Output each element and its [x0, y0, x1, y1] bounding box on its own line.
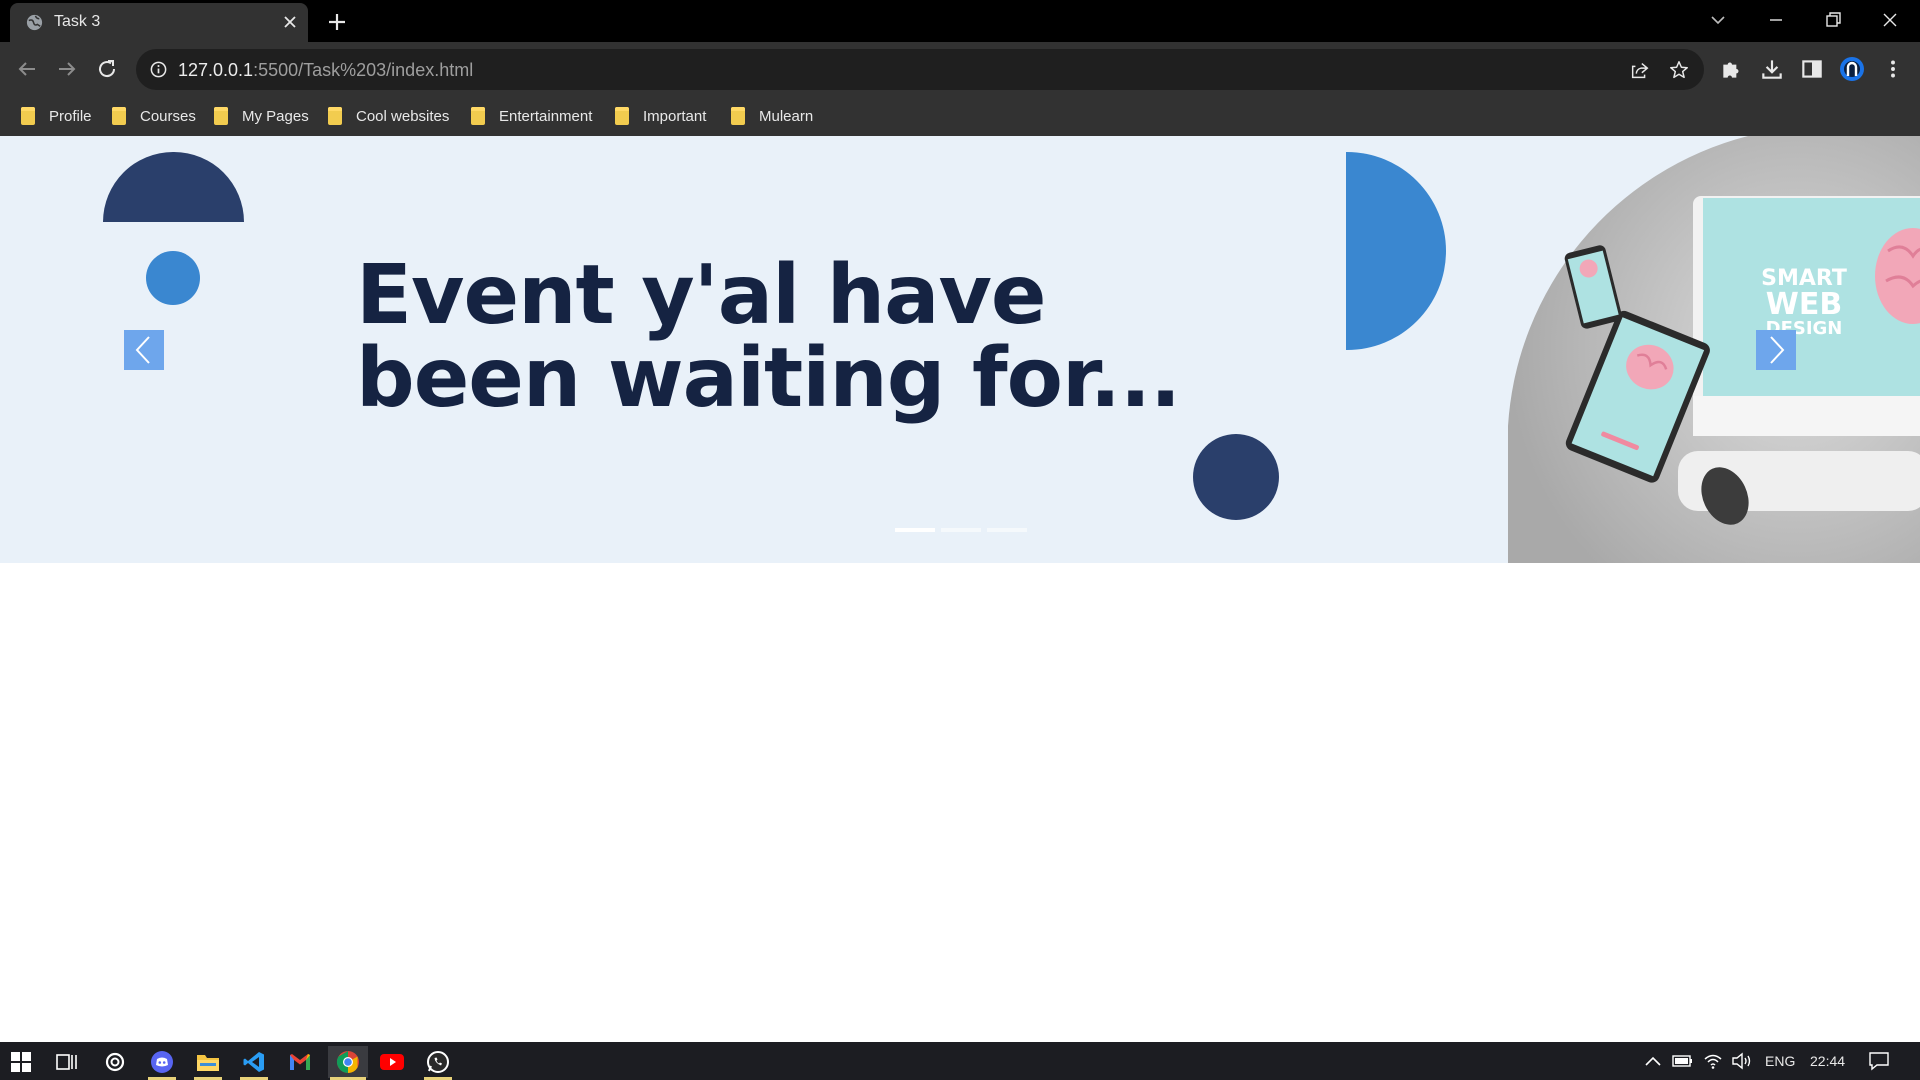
- wifi-icon[interactable]: [1703, 1052, 1723, 1070]
- decorative-half-circle-right: [1346, 152, 1446, 350]
- folder-icon: [615, 107, 629, 125]
- bookmark-label: Cool websites: [356, 107, 450, 125]
- start-button[interactable]: [5, 1046, 37, 1078]
- folder-icon: [731, 107, 745, 125]
- carousel-indicator-3[interactable]: [987, 528, 1027, 532]
- windows-logo-icon: [11, 1052, 31, 1072]
- url-text[interactable]: 127.0.0.1:5500/Task%203/index.html: [178, 60, 473, 81]
- bookmark-important[interactable]: Important: [615, 104, 706, 128]
- bookmark-profile[interactable]: Profile: [21, 104, 92, 128]
- bookmark-label: Courses: [140, 107, 196, 125]
- bookmark-mulearn[interactable]: Mulearn: [731, 104, 813, 128]
- tab-search-chevron-icon[interactable]: [1706, 8, 1730, 32]
- cortana-button[interactable]: [99, 1046, 131, 1078]
- tab-strip: Task 3: [0, 0, 1920, 42]
- reload-icon[interactable]: [95, 57, 119, 81]
- folder-icon: [21, 107, 35, 125]
- carousel-indicator-2[interactable]: [941, 528, 981, 532]
- bookmark-label: Entertainment: [499, 107, 593, 125]
- browser-tab[interactable]: Task 3: [10, 3, 308, 42]
- close-window-icon[interactable]: [1878, 8, 1902, 32]
- taskbar-file-explorer[interactable]: [192, 1046, 224, 1080]
- hero-device-image: SMART WEB DESIGN: [1508, 136, 1920, 563]
- bookmark-label: Profile: [49, 107, 92, 125]
- site-info-icon[interactable]: [149, 60, 168, 79]
- bookmark-my-pages[interactable]: My Pages: [214, 104, 309, 128]
- extensions-puzzle-icon[interactable]: [1719, 56, 1745, 82]
- minimize-icon[interactable]: [1764, 8, 1788, 32]
- folder-icon: [471, 107, 485, 125]
- cortana-ring-icon: [105, 1052, 125, 1072]
- windows-taskbar: ENG 22:44: [0, 1042, 1920, 1080]
- page-viewport: Event y'al have been waiting for... SMAR…: [0, 136, 1920, 1042]
- notification-center-icon[interactable]: [1868, 1051, 1890, 1071]
- folder-icon: [328, 107, 342, 125]
- hero-image-text-web: WEB: [1765, 287, 1843, 322]
- chrome-icon: [337, 1051, 359, 1073]
- hero-headline: Event y'al have been waiting for...: [356, 254, 1256, 420]
- url-host: 127.0.0.1: [178, 60, 254, 80]
- headline-line-1: Event y'al have: [356, 248, 1047, 343]
- bookmark-star-icon[interactable]: [1668, 59, 1690, 81]
- bookmark-entertainment[interactable]: Entertainment: [471, 104, 592, 128]
- carousel-indicator-1[interactable]: [895, 528, 935, 532]
- vscode-icon: [243, 1052, 264, 1072]
- share-icon[interactable]: [1629, 59, 1651, 81]
- folder-icon: [214, 107, 228, 125]
- taskbar-whatsapp[interactable]: [422, 1046, 454, 1080]
- whatsapp-icon: [427, 1051, 449, 1073]
- restore-icon[interactable]: [1821, 8, 1845, 32]
- volume-icon[interactable]: [1731, 1052, 1753, 1070]
- folder-icon: [112, 107, 126, 125]
- decorative-dark-circle: [1193, 434, 1279, 520]
- bookmark-cool-websites[interactable]: Cool websites: [328, 104, 449, 128]
- chevron-right-icon: [1770, 336, 1785, 364]
- address-bar[interactable]: 127.0.0.1:5500/Task%203/index.html: [136, 49, 1704, 90]
- kebab-menu-icon[interactable]: [1880, 56, 1906, 82]
- decorative-small-circle: [146, 251, 200, 305]
- side-panel-icon[interactable]: [1799, 56, 1825, 82]
- battery-icon[interactable]: [1672, 1053, 1694, 1069]
- new-tab-plus-icon[interactable]: [325, 10, 349, 34]
- gmail-icon: [290, 1054, 310, 1070]
- taskbar-youtube[interactable]: [376, 1046, 408, 1078]
- globe-icon: [26, 14, 43, 31]
- tab-title: Task 3: [54, 13, 101, 30]
- chevron-left-icon: [135, 336, 150, 364]
- download-icon[interactable]: [1759, 56, 1785, 82]
- back-arrow-icon[interactable]: [15, 57, 39, 81]
- task-view-icon: [56, 1054, 77, 1070]
- discord-icon: [151, 1051, 173, 1073]
- taskbar-vscode[interactable]: [238, 1046, 270, 1080]
- browser-toolbar: 127.0.0.1:5500/Task%203/index.html: [0, 42, 1920, 96]
- task-view-button[interactable]: [51, 1046, 83, 1078]
- taskbar-discord[interactable]: [146, 1046, 178, 1080]
- url-path: :5500/Task%203/index.html: [253, 60, 474, 80]
- youtube-icon: [380, 1054, 404, 1070]
- bookmark-label: Important: [643, 107, 707, 125]
- carousel-prev-button[interactable]: [124, 330, 164, 370]
- input-language[interactable]: ENG: [1765, 1053, 1795, 1069]
- carousel-next-button[interactable]: [1756, 330, 1796, 370]
- bookmark-label: Mulearn: [759, 107, 814, 125]
- device-mockup-illustration: [1508, 136, 1920, 563]
- tray-chevron-up-icon[interactable]: [1644, 1054, 1662, 1068]
- bookmark-courses[interactable]: Courses: [112, 104, 196, 128]
- taskbar-chrome[interactable]: [328, 1046, 368, 1080]
- carousel-indicators: [895, 528, 1027, 532]
- forward-arrow-icon[interactable]: [55, 57, 79, 81]
- clock-time[interactable]: 22:44: [1810, 1053, 1845, 1069]
- headline-line-2: been waiting for...: [356, 331, 1181, 426]
- close-tab-icon[interactable]: [281, 13, 299, 31]
- decorative-half-circle-top: [103, 152, 244, 222]
- bookmarks-bar: Profile Courses My Pages Cool websites E…: [0, 96, 1920, 136]
- hero-image-text: SMART WEB DESIGN: [1744, 268, 1864, 338]
- folder-icon: [197, 1055, 219, 1071]
- profile-avatar-icon[interactable]: [1839, 56, 1865, 82]
- bookmark-label: My Pages: [242, 107, 309, 125]
- hero-carousel: Event y'al have been waiting for... SMAR…: [0, 136, 1920, 563]
- taskbar-gmail[interactable]: [284, 1046, 316, 1078]
